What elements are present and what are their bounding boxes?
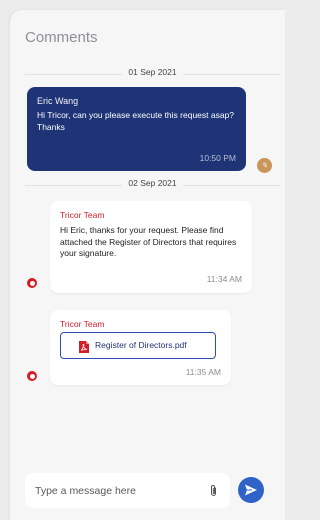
sender-name: Tricor Team (60, 319, 105, 329)
paperclip-icon[interactable] (209, 484, 218, 502)
sender-name: Tricor Team (60, 210, 105, 220)
incoming-attachment-message: Tricor Team Register of Directors.pdf 11… (50, 310, 231, 385)
outgoing-message: Eric Wang Hi Tricor, can you please exec… (27, 87, 246, 171)
send-button[interactable] (238, 477, 264, 503)
panel-title: Comments (25, 29, 98, 46)
tricor-agent-icon (27, 371, 37, 381)
message-time: 10:50 PM (199, 153, 236, 163)
tricor-agent-icon (27, 278, 37, 288)
message-time: 11:35 AM (185, 367, 221, 377)
date-label: 02 Sep 2021 (121, 178, 184, 188)
attachment-filename: Register of Directors.pdf (95, 340, 187, 350)
message-text: Hi Tricor, can you please execute this r… (37, 110, 235, 132)
pdf-file-icon (79, 340, 89, 358)
comments-panel: Comments 01 Sep 2021 Eric Wang Hi Tricor… (10, 10, 285, 520)
message-text: Hi Eric, thanks for your request. Please… (60, 225, 237, 258)
message-time: 11:34 AM (206, 274, 242, 284)
user-avatar: ✎ (257, 158, 272, 173)
incoming-message: Tricor Team Hi Eric, thanks for your req… (50, 201, 252, 293)
message-input[interactable] (35, 482, 195, 499)
date-separator: 02 Sep 2021 (25, 178, 280, 192)
date-separator: 01 Sep 2021 (25, 67, 280, 81)
attachment-file-button[interactable]: Register of Directors.pdf (60, 332, 216, 359)
avatar-glyph: ✎ (261, 161, 268, 170)
date-label: 01 Sep 2021 (121, 67, 184, 77)
message-composer (25, 473, 230, 508)
sender-name: Eric Wang (37, 96, 79, 106)
